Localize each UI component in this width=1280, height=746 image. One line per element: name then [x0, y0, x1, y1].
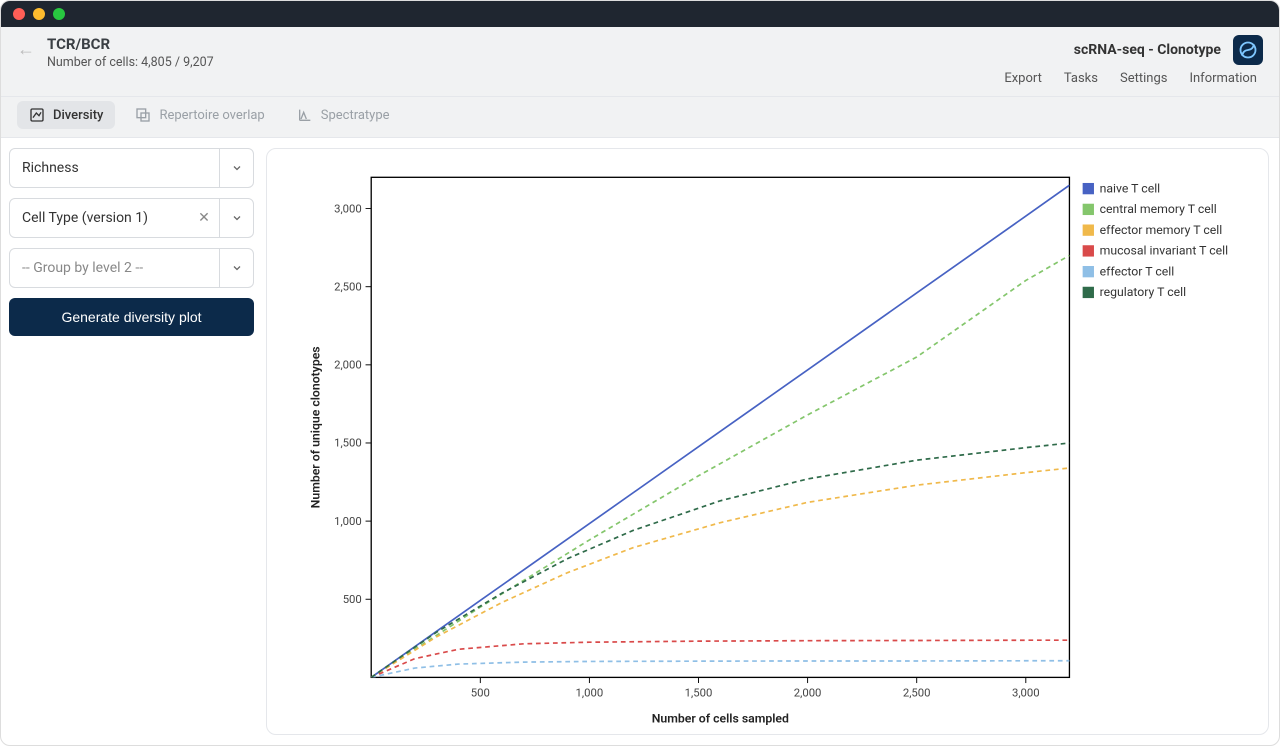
tab-diversity[interactable]: Diversity	[17, 101, 115, 129]
group1-select[interactable]: Cell Type (version 1) ✕	[9, 198, 254, 238]
svg-text:3,000: 3,000	[334, 201, 362, 215]
svg-text:2,500: 2,500	[903, 685, 931, 699]
header: ← TCR/BCR Number of cells: 4,805 / 9,207…	[1, 27, 1279, 97]
context-label: scRNA-seq - Clonotype	[1074, 42, 1221, 58]
metric-select-label: Richness	[10, 160, 219, 176]
header-menu: Export Tasks Settings Information	[1004, 71, 1263, 96]
tab-diversity-label: Diversity	[53, 108, 103, 123]
window-close-button[interactable]	[13, 8, 25, 20]
back-arrow-icon: ←	[17, 39, 35, 60]
group1-select-label: Cell Type (version 1)	[10, 210, 189, 226]
window-zoom-button[interactable]	[53, 8, 65, 20]
svg-text:regulatory T cell: regulatory T cell	[1100, 285, 1187, 299]
svg-text:2,000: 2,000	[794, 685, 822, 699]
metric-select[interactable]: Richness	[9, 148, 254, 188]
body: Richness Cell Type (version 1) ✕ -- Grou…	[1, 138, 1279, 745]
title-block: TCR/BCR Number of cells: 4,805 / 9,207	[47, 35, 214, 78]
svg-text:naive T cell: naive T cell	[1100, 181, 1161, 195]
app-window: ← TCR/BCR Number of cells: 4,805 / 9,207…	[0, 0, 1280, 746]
svg-text:500: 500	[343, 592, 362, 606]
generate-plot-button[interactable]: Generate diversity plot	[9, 298, 254, 336]
menu-export[interactable]: Export	[1004, 71, 1042, 86]
svg-text:mucosal invariant T cell: mucosal invariant T cell	[1100, 244, 1229, 258]
header-left: ← TCR/BCR Number of cells: 4,805 / 9,207	[17, 35, 214, 96]
menu-tasks[interactable]: Tasks	[1064, 71, 1098, 86]
svg-text:1,000: 1,000	[334, 514, 362, 528]
header-right: scRNA-seq - Clonotype Export Tasks Setti…	[1004, 35, 1263, 96]
svg-text:effector T cell: effector T cell	[1100, 264, 1175, 278]
window-minimize-button[interactable]	[33, 8, 45, 20]
chevron-down-icon[interactable]	[219, 199, 253, 237]
svg-text:central memory T cell: central memory T cell	[1100, 202, 1217, 216]
group2-select-placeholder: -- Group by level 2 --	[10, 260, 219, 276]
app-logo-icon	[1233, 35, 1263, 65]
svg-text:2,500: 2,500	[334, 279, 362, 293]
svg-text:1,500: 1,500	[334, 436, 362, 450]
svg-text:1,000: 1,000	[576, 685, 604, 699]
group2-select[interactable]: -- Group by level 2 --	[9, 248, 254, 288]
svg-text:500: 500	[471, 685, 490, 699]
tab-repertoire-overlap[interactable]: Repertoire overlap	[123, 101, 276, 129]
titlebar	[1, 1, 1279, 27]
tab-spectratype-label: Spectratype	[321, 108, 390, 123]
svg-text:2,000: 2,000	[334, 358, 362, 372]
svg-text:3,000: 3,000	[1012, 685, 1040, 699]
clear-icon[interactable]: ✕	[189, 210, 219, 226]
menu-information[interactable]: Information	[1189, 71, 1257, 86]
svg-text:effector memory T cell: effector memory T cell	[1100, 223, 1223, 237]
tab-spectratype[interactable]: Spectratype	[285, 101, 402, 129]
diversity-icon	[29, 107, 45, 123]
svg-text:Number of cells sampled: Number of cells sampled	[652, 712, 789, 726]
sidebar: Richness Cell Type (version 1) ✕ -- Grou…	[9, 148, 254, 735]
page-title: TCR/BCR	[47, 35, 214, 53]
header-right-top: scRNA-seq - Clonotype	[1074, 35, 1263, 65]
spectratype-icon	[297, 107, 313, 123]
chevron-down-icon[interactable]	[219, 249, 253, 287]
page-subtitle: Number of cells: 4,805 / 9,207	[47, 55, 214, 70]
chevron-down-icon[interactable]	[219, 149, 253, 187]
svg-text:Number of unique clonotypes: Number of unique clonotypes	[308, 346, 322, 508]
overlap-icon	[135, 107, 151, 123]
menu-settings[interactable]: Settings	[1120, 71, 1167, 86]
tab-overlap-label: Repertoire overlap	[159, 108, 264, 123]
chart-panel: 500 1,000 1,500 2,000 2,500 3,000 500 1,000 1,50…	[266, 148, 1269, 735]
svg-text:1,500: 1,500	[685, 685, 713, 699]
tabs: Diversity Repertoire overlap Spectratype	[1, 97, 1279, 138]
diversity-chart: 500 1,000 1,500 2,000 2,500 3,000 500 1,000 1,50…	[267, 149, 1268, 734]
